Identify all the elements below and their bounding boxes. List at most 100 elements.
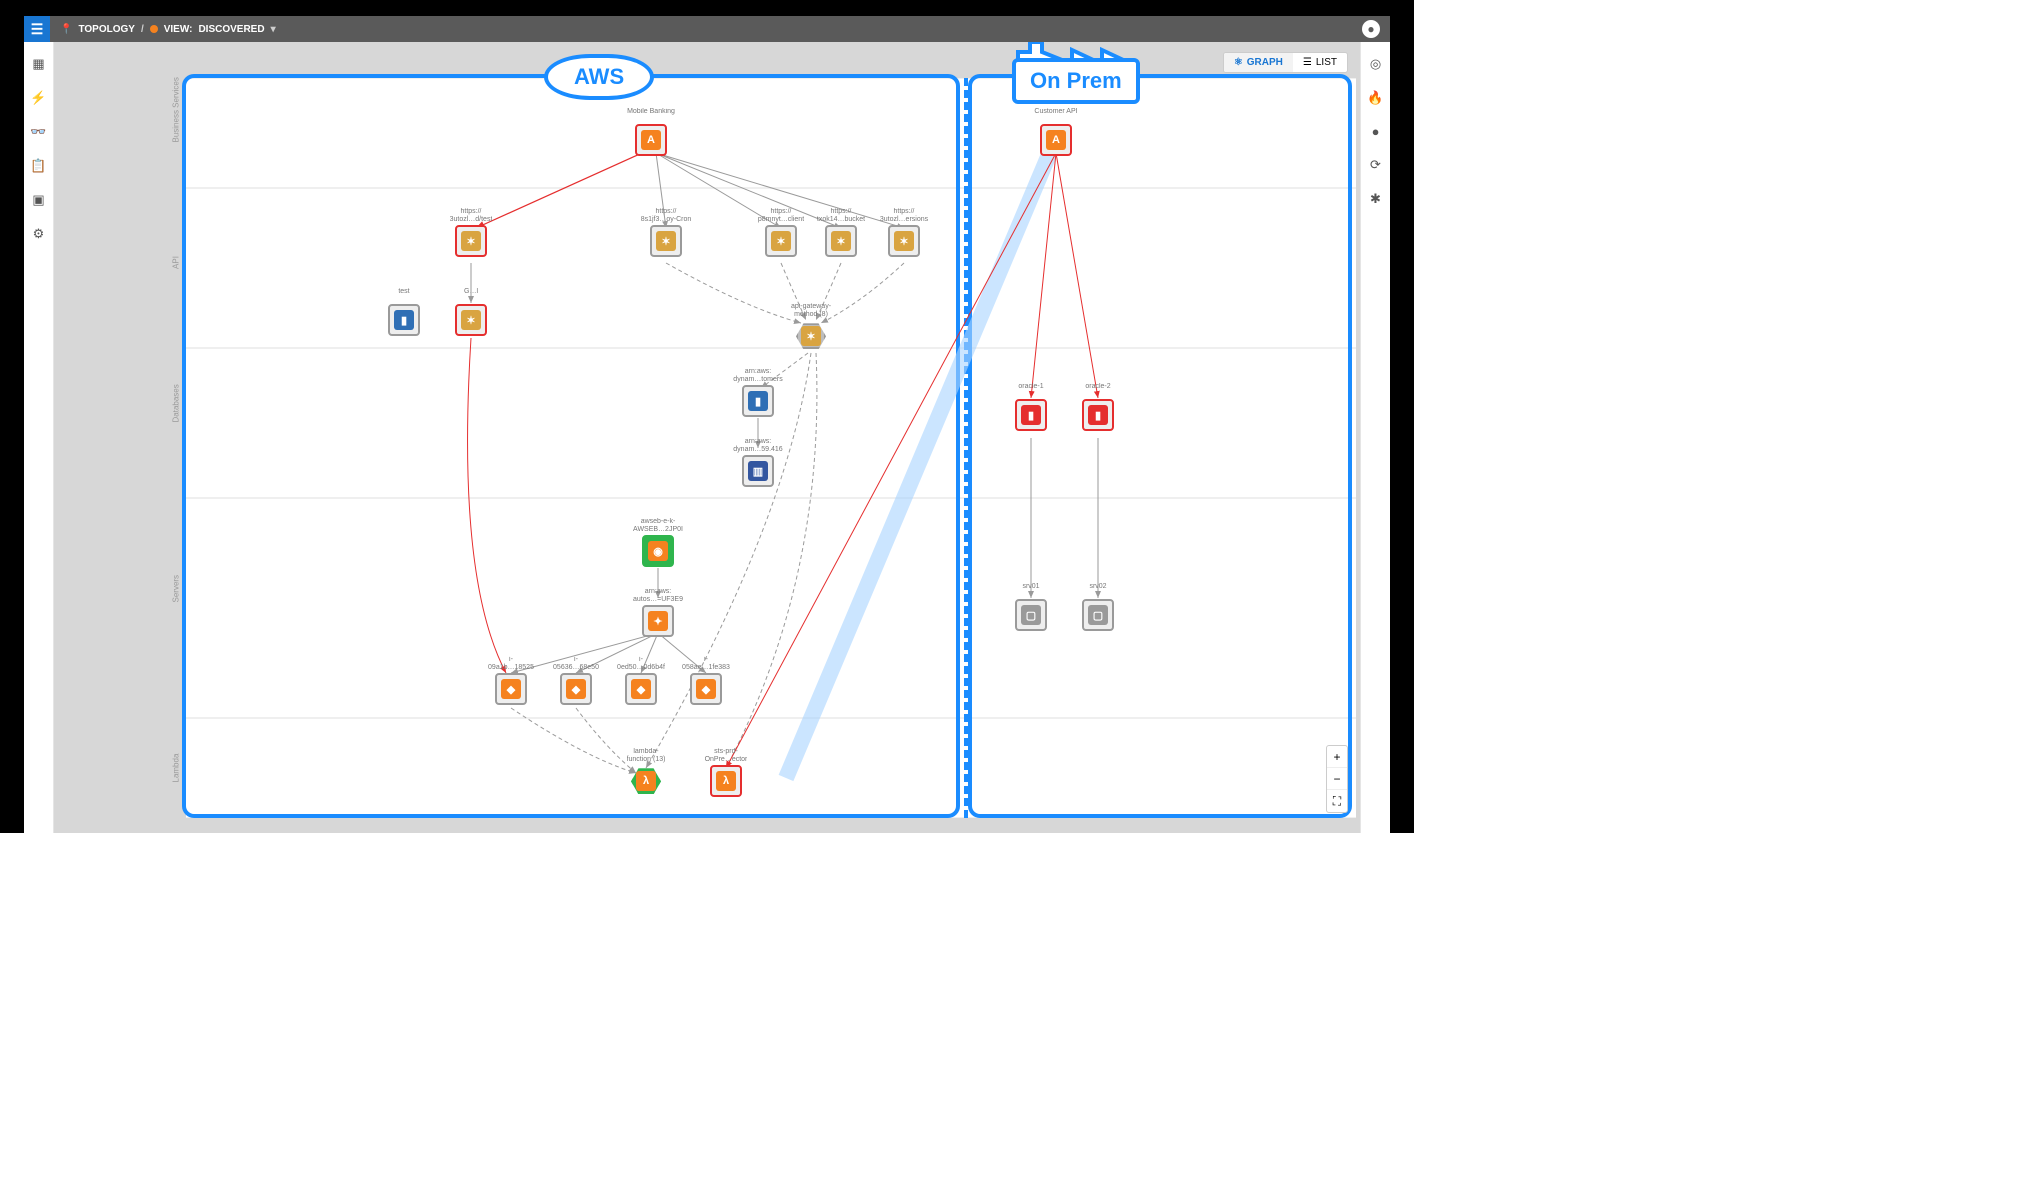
breadcrumb-sep: /	[141, 24, 144, 35]
node-mobile[interactable]: Mobile BankingA	[621, 108, 681, 156]
node-dyn1[interactable]: arn:aws: dynam…tomers ▮	[728, 368, 788, 417]
node-lf[interactable]: lambda- function (13) λ	[616, 748, 676, 797]
node-box: ▥	[742, 455, 774, 487]
node-h3[interactable]: https:// p8mnyt…client✶	[751, 208, 811, 257]
node-cust[interactable]: Customer APIA	[1026, 108, 1086, 156]
node-label: sts-prd- OnPre…ector	[705, 748, 748, 763]
dropdown-icon: ▾	[271, 24, 276, 35]
node-gl[interactable]: G…l✶	[441, 288, 501, 336]
menu-button[interactable]: ☰	[24, 16, 50, 42]
node-s1[interactable]: srv01▢	[1001, 583, 1061, 631]
node-dyn2[interactable]: arn:aws: dynam…59.416▥	[728, 438, 788, 487]
db-icon: ▮	[748, 391, 768, 411]
list-tab[interactable]: ☰LIST	[1293, 53, 1347, 72]
node-asg[interactable]: arn:aws: autos…=UF3E9 ✦	[628, 588, 688, 637]
node-box: ✦	[642, 605, 674, 637]
node-box: ◆	[690, 673, 722, 705]
lane-srv-label: Servers	[172, 583, 181, 603]
node-i4[interactable]: i- 058ae…1fe383◆	[676, 656, 736, 705]
node-lp[interactable]: sts-prd- OnPre…ector λ	[696, 748, 756, 797]
node-box: ▮	[1082, 399, 1114, 431]
node-box: ✶	[795, 320, 827, 352]
clipboard-icon[interactable]: 📋	[30, 158, 46, 174]
ec2-icon: ✦	[648, 611, 668, 631]
node-label: srv02	[1089, 583, 1106, 597]
lane-db-label: Databases	[172, 403, 181, 423]
zoom-out-button[interactable]: −	[1327, 768, 1347, 790]
node-or1[interactable]: oracle-1 ▮	[1001, 383, 1061, 431]
node-box: λ	[710, 765, 742, 797]
zoom-fit-button[interactable]: ⛶	[1327, 790, 1347, 812]
node-box: ✶	[455, 304, 487, 336]
user-avatar[interactable]: ●	[1362, 20, 1380, 38]
node-h2[interactable]: https:// 8s1jf3…oy-Cron✶	[636, 208, 696, 257]
view-prefix: VIEW:	[164, 24, 193, 35]
lane-api-label: API	[172, 253, 181, 273]
target-icon[interactable]: ◎	[1370, 56, 1381, 72]
api-icon: ✶	[461, 231, 481, 251]
topology-canvas[interactable]: Mobile BankingACustomer APIAhttps:// 3ut…	[186, 78, 1356, 818]
node-h4[interactable]: https:// txok14…bucket✶	[811, 208, 871, 257]
breadcrumb[interactable]: 📍 TOPOLOGY / VIEW: DISCOVERED ▾	[50, 24, 276, 35]
status-dot-icon	[150, 25, 158, 33]
top-bar: ☰ 📍 TOPOLOGY / VIEW: DISCOVERED ▾ ●	[24, 16, 1390, 42]
pin-icon: 📍	[60, 24, 72, 35]
cluster-icon[interactable]: ✱	[1370, 191, 1381, 207]
list-icon: ☰	[1303, 57, 1312, 68]
node-h5[interactable]: https:// 3utozl…ersions✶	[874, 208, 934, 257]
node-label: arn:aws: autos…=UF3E9	[633, 588, 683, 603]
node-s2[interactable]: srv02 ▢	[1068, 583, 1128, 631]
left-rail: ▦ ⚡ 👓 📋 ▣ ⚙	[24, 42, 54, 833]
node-box: ◆	[560, 673, 592, 705]
node-label: lambda- function (13)	[627, 748, 666, 763]
node-or2[interactable]: oracle-2 ▮	[1068, 383, 1128, 431]
node-box: ▢	[1082, 599, 1114, 631]
ec2-icon: ◆	[501, 679, 521, 699]
node-apim[interactable]: api-gateway- method (8) ✶	[781, 303, 841, 352]
node-label: api-gateway- method (8)	[791, 303, 831, 318]
node-box: ▮	[742, 385, 774, 417]
node-box: ◆	[495, 673, 527, 705]
api-icon: ✶	[831, 231, 851, 251]
stage[interactable]: ⚛GRAPH ☰LIST + − ⛶ Business Services API…	[54, 42, 1360, 833]
db-icon: ▮	[394, 310, 414, 330]
node-eb[interactable]: awseb-e-k- AWSEB…2JP0I◉	[628, 518, 688, 567]
grid-icon[interactable]: ▦	[32, 56, 44, 72]
ec2-icon: ◆	[631, 679, 651, 699]
node-box: λ	[630, 765, 662, 797]
dbred-icon: ▮	[1088, 405, 1108, 425]
onprem-tag-label: On Prem	[1030, 68, 1122, 94]
node-label: oracle-2	[1085, 383, 1110, 397]
view-toggle: ⚛GRAPH ☰LIST	[1223, 52, 1348, 73]
node-label: oracle-1	[1018, 383, 1043, 397]
node-h1[interactable]: https:// 3utozl…d/test✶	[441, 208, 501, 257]
refresh-icon[interactable]: ⟳	[1370, 157, 1381, 173]
graph-label: GRAPH	[1247, 57, 1283, 68]
node-label: arn:aws: dynam…tomers	[733, 368, 782, 383]
node-box: ✶	[455, 225, 487, 257]
bolt-icon[interactable]: ⚡	[30, 90, 46, 106]
node-i1[interactable]: i- 09a1b…18525◆	[481, 656, 541, 705]
lambda-icon: λ	[716, 771, 736, 791]
node-box: ◆	[625, 673, 657, 705]
node-box: ◉	[642, 535, 674, 567]
node-i3[interactable]: i- 0ed50…0d6b4f ◆	[611, 656, 671, 705]
node-box: ▮	[388, 304, 420, 336]
dbred-icon: ▮	[1021, 405, 1041, 425]
dyn-icon: ▥	[748, 461, 768, 481]
gear-icon[interactable]: ⚙	[33, 226, 45, 242]
bell-icon[interactable]: ●	[1372, 124, 1380, 139]
layers-icon[interactable]: ▣	[32, 192, 44, 208]
glasses-icon[interactable]: 👓	[30, 124, 46, 140]
graph-tab[interactable]: ⚛GRAPH	[1224, 53, 1293, 72]
app-icon: A	[1046, 130, 1066, 150]
node-label: Mobile Banking	[627, 108, 675, 122]
zoom-in-button[interactable]: +	[1327, 746, 1347, 768]
lane-biz	[186, 78, 1356, 188]
node-i2[interactable]: i- 05636…68e50◆	[546, 656, 606, 705]
node-label: i- 0ed50…0d6b4f	[617, 656, 665, 671]
fire-icon[interactable]: 🔥	[1367, 90, 1383, 106]
lambda-icon: λ	[636, 771, 656, 791]
node-label: https:// 8s1jf3…oy-Cron	[641, 208, 692, 223]
node-test[interactable]: test▮	[374, 288, 434, 336]
